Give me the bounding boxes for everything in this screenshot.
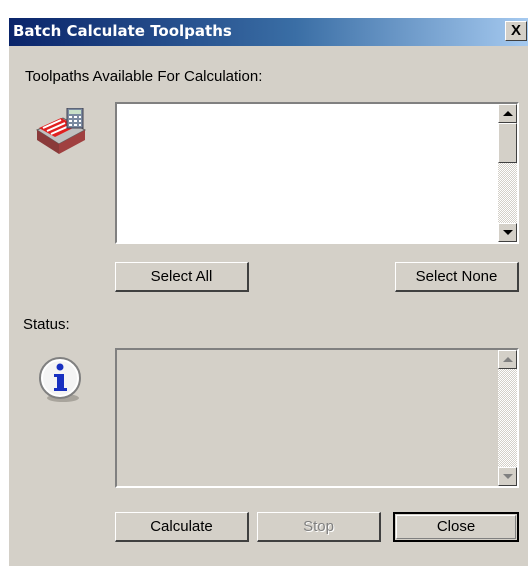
arrow-up-icon [503, 111, 513, 116]
scroll-thumb[interactable] [498, 123, 517, 163]
toolpaths-listbox[interactable] [115, 102, 519, 244]
toolpath-calculator-icon [35, 108, 87, 154]
scroll-up-button[interactable] [498, 104, 517, 123]
scroll-down-button[interactable] [498, 223, 517, 242]
close-icon: X [510, 22, 521, 39]
dialog-title: Batch Calculate Toolpaths [13, 22, 232, 40]
batch-calculate-dialog: Batch Calculate Toolpaths X Toolpaths Av… [8, 18, 528, 566]
select-none-button[interactable]: Select None [395, 262, 519, 292]
calculate-button[interactable]: Calculate [115, 512, 249, 542]
status-textbox [115, 348, 519, 488]
toolpaths-label: Toolpaths Available For Calculation: [25, 68, 263, 85]
title-bar[interactable]: Batch Calculate Toolpaths X [9, 18, 528, 46]
status-label: Status: [23, 316, 70, 333]
stop-button[interactable]: Stop [257, 512, 381, 542]
arrow-up-icon [503, 357, 513, 362]
close-button[interactable]: Close [393, 512, 519, 542]
status-scroll-down-button [498, 467, 517, 486]
toolpaths-scrollbar[interactable] [498, 104, 517, 242]
status-scrollbar [498, 350, 517, 486]
status-scroll-up-button [498, 350, 517, 369]
arrow-down-icon [503, 230, 513, 235]
info-icon [39, 357, 81, 402]
close-window-button[interactable]: X [505, 21, 527, 41]
arrow-down-icon [503, 474, 513, 479]
select-all-button[interactable]: Select All [115, 262, 249, 292]
